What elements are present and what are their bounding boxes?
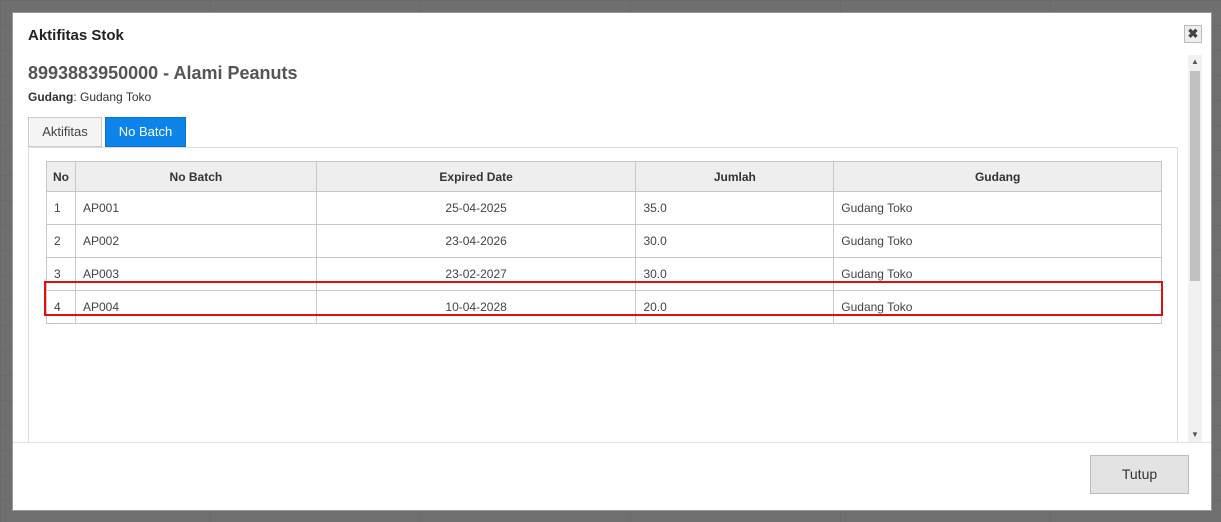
scroll-thumb[interactable] <box>1190 71 1200 281</box>
warehouse-value: : Gudang Toko <box>73 90 152 104</box>
cell-batch: AP002 <box>74 224 317 258</box>
footer-divider <box>13 442 1211 443</box>
vertical-scrollbar[interactable]: ▲ ▼ <box>1188 55 1202 442</box>
cell-batch: AP004 <box>74 290 317 324</box>
cell-jumlah: 20.0 <box>635 290 835 324</box>
cell-gudang: Gudang Toko <box>833 257 1162 291</box>
tab-panel-no-batch: No No Batch Expired Date Jumlah Gudang 1… <box>28 147 1178 442</box>
table-row[interactable]: 2 AP002 23-04-2026 30.0 Gudang Toko <box>46 224 1162 258</box>
cell-expired-date: 23-04-2026 <box>315 224 637 258</box>
table-row-highlighted[interactable]: 4 AP004 10-04-2028 20.0 Gudang Toko <box>46 290 1162 324</box>
cell-expired-date: 10-04-2028 <box>315 290 637 324</box>
warehouse-label: Gudang <box>28 90 74 104</box>
table-header-row: No No Batch Expired Date Jumlah Gudang <box>46 161 1162 192</box>
column-header-gudang: Gudang <box>833 161 1162 192</box>
modal-title: Aktifitas Stok <box>28 27 124 44</box>
cell-jumlah: 30.0 <box>635 257 835 291</box>
scroll-down-icon[interactable]: ▼ <box>1188 428 1202 442</box>
cell-expired-date: 25-04-2025 <box>315 191 637 225</box>
close-icon[interactable]: ✖ <box>1184 25 1202 43</box>
cell-gudang: Gudang Toko <box>833 224 1162 258</box>
cell-jumlah: 35.0 <box>635 191 835 225</box>
cell-no: 2 <box>46 224 76 258</box>
column-header-no-batch: No Batch <box>74 161 317 192</box>
tutup-button[interactable]: Tutup <box>1090 455 1189 494</box>
cell-no: 4 <box>46 290 76 324</box>
cell-no: 1 <box>46 191 76 225</box>
product-heading: 8993883950000 - Alami Peanuts <box>28 63 298 83</box>
column-header-expired-date: Expired Date <box>315 161 637 192</box>
scroll-up-icon[interactable]: ▲ <box>1188 55 1202 69</box>
cell-no: 3 <box>46 257 76 291</box>
tab-no-batch[interactable]: No Batch <box>105 117 186 147</box>
cell-batch: AP003 <box>74 257 317 291</box>
cell-gudang: Gudang Toko <box>833 290 1162 324</box>
table-row[interactable]: 3 AP003 23-02-2027 30.0 Gudang Toko <box>46 257 1162 291</box>
cell-jumlah: 30.0 <box>635 224 835 258</box>
tab-aktifitas[interactable]: Aktifitas <box>28 117 102 147</box>
batch-table: No No Batch Expired Date Jumlah Gudang 1… <box>46 161 1162 324</box>
cell-gudang: Gudang Toko <box>833 191 1162 225</box>
warehouse-info: Gudang: Gudang Toko <box>28 90 151 104</box>
modal-body: 8993883950000 - Alami Peanuts Gudang: Gu… <box>13 55 1191 442</box>
cell-expired-date: 23-02-2027 <box>315 257 637 291</box>
stock-activity-modal: Aktifitas Stok ✖ 8993883950000 - Alami P… <box>12 12 1212 511</box>
cell-batch: AP001 <box>74 191 317 225</box>
column-header-jumlah: Jumlah <box>635 161 835 192</box>
table-row[interactable]: 1 AP001 25-04-2025 35.0 Gudang Toko <box>46 191 1162 225</box>
column-header-no: No <box>46 161 76 192</box>
